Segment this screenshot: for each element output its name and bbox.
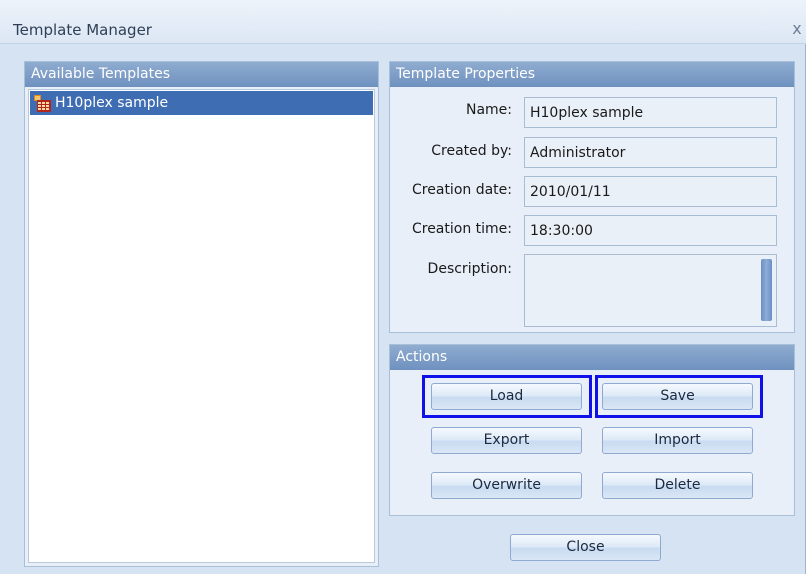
template-manager-window: Template Manager x Available Templates H… bbox=[0, 0, 806, 574]
window-title: Template Manager bbox=[13, 21, 152, 39]
actions-header: Actions bbox=[390, 345, 794, 370]
name-label: Name: bbox=[465, 102, 512, 118]
creation-time-field[interactable]: 18:30:00 bbox=[524, 215, 777, 246]
creation-date-field[interactable]: 2010/01/11 bbox=[524, 176, 777, 207]
description-field[interactable] bbox=[524, 254, 777, 327]
created-by-label: Created by: bbox=[431, 143, 512, 159]
close-icon[interactable]: x bbox=[789, 19, 805, 39]
available-templates-panel: Available Templates H10plex sample bbox=[24, 61, 379, 567]
creation-time-label: Creation time: bbox=[411, 221, 512, 237]
creation-date-label: Creation date: bbox=[412, 182, 512, 198]
list-item-label: H10plex sample bbox=[55, 95, 169, 111]
template-grid-icon bbox=[34, 94, 51, 112]
overwrite-button[interactable]: Overwrite bbox=[431, 472, 582, 499]
import-button[interactable]: Import bbox=[602, 427, 753, 454]
load-button[interactable]: Load bbox=[431, 383, 582, 410]
available-templates-header: Available Templates bbox=[25, 62, 378, 87]
created-by-field[interactable]: Administrator bbox=[524, 137, 777, 168]
export-button[interactable]: Export bbox=[431, 427, 582, 454]
description-label: Description: bbox=[427, 261, 512, 277]
save-button[interactable]: Save bbox=[602, 383, 753, 410]
description-scrollbar[interactable] bbox=[761, 259, 772, 321]
name-field[interactable]: H10plex sample bbox=[524, 97, 777, 128]
close-button[interactable]: Close bbox=[510, 534, 661, 561]
templates-list[interactable]: H10plex sample bbox=[28, 89, 375, 563]
delete-button[interactable]: Delete bbox=[602, 472, 753, 499]
list-item-h10plex-sample[interactable]: H10plex sample bbox=[30, 91, 373, 115]
template-properties-header: Template Properties bbox=[390, 62, 794, 87]
title-bar: Template Manager x bbox=[0, 0, 806, 44]
